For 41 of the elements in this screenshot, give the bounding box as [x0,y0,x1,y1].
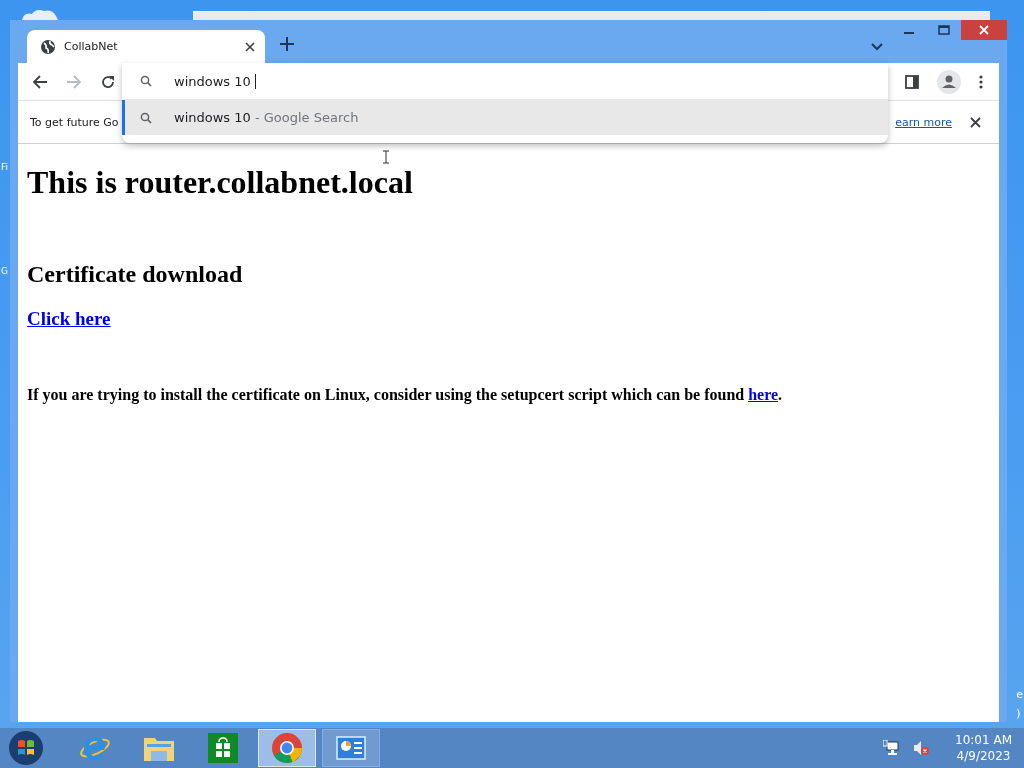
browser-tab[interactable]: CollabNet [27,30,265,63]
globe-icon [40,38,56,55]
profile-icon[interactable] [937,69,961,94]
desktop-icon-label: e [1016,688,1023,701]
address-field[interactable]: windows 10 [122,63,888,99]
cloud-icon [20,8,60,20]
close-icon[interactable] [970,116,981,128]
store-icon [208,733,238,763]
search-suggestion[interactable]: windows 10 - Google Search [122,99,888,135]
maximize-icon [937,25,950,35]
side-panel-icon[interactable] [905,74,919,89]
reload-icon[interactable] [100,73,116,90]
search-icon [140,111,152,124]
desktop-icon-label: ) [1016,707,1022,720]
search-icon [140,75,152,87]
back-icon[interactable] [32,73,48,90]
page-subheading: Certificate download [27,261,244,288]
close-button[interactable] [961,20,1007,40]
taskbar-app[interactable] [322,729,380,767]
minimize-icon [903,32,914,34]
here-link[interactable]: here [748,386,779,403]
network-icon[interactable] [883,740,900,756]
new-tab-icon[interactable] [280,37,294,51]
click-here-link[interactable]: Click here [27,308,111,329]
chevron-down-icon[interactable] [871,43,883,51]
muted-speaker-icon[interactable] [913,740,930,756]
close-icon[interactable] [245,41,255,52]
learn-more-link[interactable]: earn more [895,115,952,129]
page-heading: This is router.collabnet.local [27,166,413,198]
close-icon [979,25,989,35]
text-cursor-icon [382,150,390,164]
linux-note: If you are trying to install the certificate on Linux, consider using the setupcert script which can be found here. [27,386,784,404]
start-button[interactable] [8,730,44,766]
desktop-icon-label: G [1,266,9,276]
clock-time[interactable]: 10:01 AM [955,732,1012,748]
desktop-icon-label: Fi [1,162,9,172]
control-panel-icon [336,736,366,760]
infobar-message: To get future Go [30,115,119,129]
menu-icon[interactable] [979,74,983,89]
clock-date[interactable]: 4/9/2023 [956,748,1011,764]
chrome-icon [271,732,303,764]
